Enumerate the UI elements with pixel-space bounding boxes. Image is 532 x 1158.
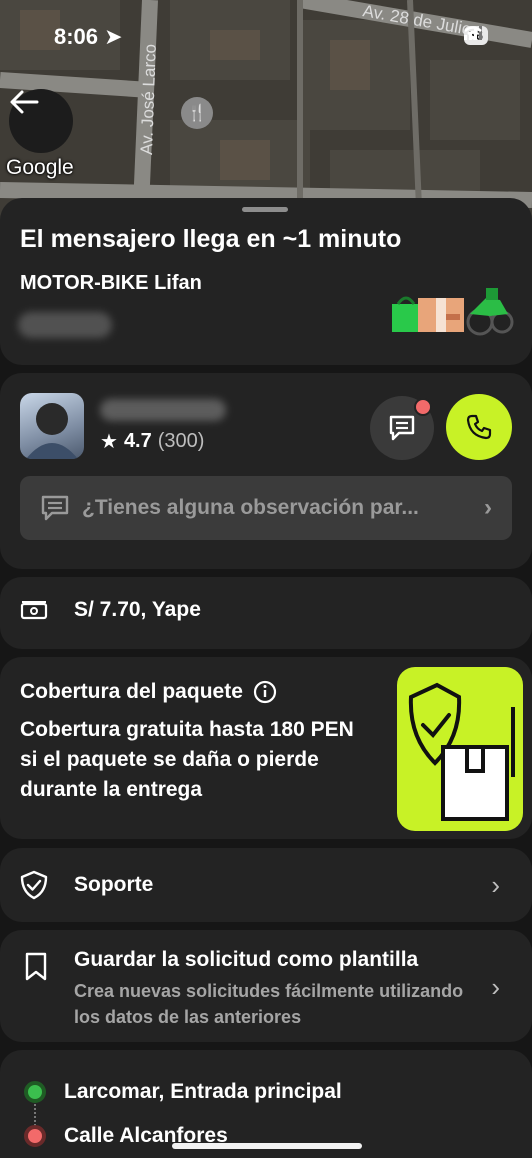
bookmark-icon xyxy=(25,952,47,981)
courier-rating: ★ 4.7 (300) xyxy=(100,429,204,454)
call-button[interactable] xyxy=(446,394,512,460)
observation-field[interactable]: ¿Tienes alguna observación par... › xyxy=(20,476,512,540)
chevron-right-icon: › xyxy=(491,870,500,900)
rating-value: 4.7 xyxy=(123,430,152,452)
unread-badge xyxy=(414,398,432,416)
home-indicator[interactable] xyxy=(172,1143,362,1149)
courier-name-redacted xyxy=(100,399,226,421)
rating-count: (300) xyxy=(157,430,205,452)
restaurant-poi-icon[interactable]: 🍴 xyxy=(181,97,213,129)
pickup-stop[interactable]: Larcomar, Entrada principal xyxy=(24,1080,342,1104)
star-icon: ★ xyxy=(100,431,118,453)
save-template-subtitle: Crea nuevas solicitudes fácilmente utili… xyxy=(74,981,464,1027)
chevron-right-icon: › xyxy=(491,972,500,1002)
avatar-photo xyxy=(26,403,78,459)
support-label: Soporte xyxy=(74,873,154,896)
courier-avatar xyxy=(20,393,84,459)
location-arrow-icon: ➤ xyxy=(104,24,123,49)
shield-package-icon xyxy=(408,682,515,821)
comment-icon xyxy=(41,495,69,521)
motorbike-delivery-icon xyxy=(392,288,514,336)
plate-redacted xyxy=(18,312,112,338)
wifi-icon xyxy=(463,26,482,40)
cash-icon xyxy=(20,601,48,620)
chevron-right-icon: › xyxy=(484,494,492,521)
message-icon xyxy=(389,415,415,441)
shield-check-icon xyxy=(20,870,48,900)
arrow-left-icon xyxy=(10,90,39,114)
eta-title: El mensajero llega en ~1 minuto xyxy=(20,225,402,253)
street-label: Av. José Larco xyxy=(137,44,160,155)
dropoff-dot-icon xyxy=(24,1125,46,1147)
route-connector xyxy=(34,1104,36,1126)
vehicle-name: MOTOR-BIKE Lifan xyxy=(20,272,202,294)
phone-icon xyxy=(466,414,492,440)
status-time: 8:06 ➤ xyxy=(54,24,123,49)
support-row[interactable]: Soporte xyxy=(20,870,153,900)
coverage-title-text: Cobertura del paquete xyxy=(20,680,243,703)
back-button[interactable] xyxy=(9,89,73,153)
pickup-dot-icon xyxy=(24,1081,46,1103)
payment-row[interactable]: S/ 7.70, Yape xyxy=(20,598,201,622)
info-icon[interactable] xyxy=(253,680,277,704)
coverage-title: Cobertura del paquete xyxy=(20,680,277,704)
map-attribution: Google xyxy=(6,156,74,179)
pickup-address: Larcomar, Entrada principal xyxy=(64,1080,342,1103)
payment-label: S/ 7.70, Yape xyxy=(74,598,201,621)
observation-placeholder: ¿Tienes alguna observación par... xyxy=(82,496,419,519)
coverage-body: Cobertura gratuita hasta 180 PEN si el p… xyxy=(20,718,354,801)
save-template-title: Guardar la solicitud como plantilla xyxy=(74,948,419,971)
map-view[interactable]: Av. 28 de JulioAv. José Larco 8:06 ➤ 56 … xyxy=(0,0,532,230)
sheet-drag-handle[interactable] xyxy=(242,207,288,212)
coverage-illustration xyxy=(397,667,523,831)
status-bar: 8:06 ➤ 56 xyxy=(0,22,532,52)
status-icons: 56 xyxy=(463,26,488,45)
